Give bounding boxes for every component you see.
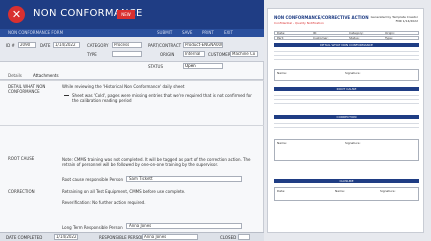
nav-exit[interactable]: EXIT [224, 29, 233, 37]
date-completed-label: DATE COMPLETED [6, 235, 43, 240]
tab-details[interactable]: Details [8, 73, 22, 78]
closed-label: CLOSED [220, 235, 237, 240]
category-label: CATEGORY [87, 43, 109, 48]
tab-bar: Details Attachments [0, 71, 264, 80]
report-cell-date: Date: [277, 31, 286, 35]
customer-label: CUSTOMER [208, 52, 231, 57]
nonconformance-bullet: Sheet was 'Cold', pages were missing ent… [72, 93, 252, 103]
part-label: PART/CONTRACT [148, 43, 182, 48]
header-fields: ID # 2090 DATE 1/14/2022 CATEGORY Proces… [0, 37, 264, 62]
origin-label: ORIGIN [160, 52, 175, 57]
report-correction-box: Name: Signature: [274, 139, 419, 161]
report-cell-part: Part: [277, 36, 284, 40]
report-line [274, 95, 419, 96]
report-cell-customer: Customer: [313, 36, 329, 40]
status-badge: NEW [117, 10, 135, 19]
app-root: ✕ NON CONFORMANCE NEW NON CONFORMANCE FO… [0, 0, 431, 241]
report-cell-status: Status: [349, 36, 360, 40]
report-line [274, 123, 419, 124]
report-line [274, 59, 419, 60]
nav-bar: NON CONFORMANCE FORM SUBMIT SAVE PRINT E… [0, 29, 264, 37]
nonconformance-label: DETAIL WHAT NON CONFORMANCE [8, 84, 46, 94]
nonconformance-form: ✕ NON CONFORMANCE NEW NON CONFORMANCE FO… [0, 0, 264, 241]
report-bar-closure: CLOSURE [274, 179, 419, 183]
report-date-label: Date: [277, 189, 286, 193]
nav-print[interactable]: PRINT [202, 29, 214, 37]
title-bar: ✕ NON CONFORMANCE NEW [0, 0, 264, 29]
tab-attachments[interactable]: Attachments [33, 73, 59, 78]
report-bar-correction: CORRECTION [274, 115, 419, 119]
origin-select[interactable]: Internal [183, 51, 205, 57]
type-label: TYPE [87, 52, 97, 57]
bullet-icon [64, 95, 69, 96]
correction-label: CORRECTION [8, 189, 35, 194]
report-signature-box: Name: Signature: [274, 69, 419, 81]
report-name-label: Name: [277, 141, 287, 145]
report-bar-root-cause: ROOT CAUSE [274, 87, 419, 91]
customer-input[interactable]: Machine Co [230, 51, 258, 57]
close-icon[interactable]: ✕ [8, 6, 25, 23]
report-date: FNR 1/14/2022 [395, 19, 418, 23]
report-title: NON CONFORMANCE/CORRECTIVE ACTION [274, 15, 369, 20]
category-select[interactable]: Process [112, 42, 142, 48]
report-line [274, 99, 419, 100]
date-completed-input[interactable]: 1/14/2022 [54, 234, 78, 240]
long-term-input[interactable]: Anna Jones [126, 223, 242, 229]
long-term-label: Long Term Responsible Person [62, 225, 123, 230]
status-input[interactable]: Open [183, 63, 223, 69]
report-name-label: Name: [335, 189, 345, 193]
verification-text: Reverification: No further action requir… [62, 200, 146, 205]
type-select[interactable] [112, 51, 142, 57]
report-cell-origin: Origin: [385, 31, 396, 35]
report-line [274, 51, 419, 52]
report-signature-label: Signature: [380, 189, 396, 193]
root-cause-section: ROOT CAUSE Note: CMMS training was not c… [0, 125, 264, 167]
correction-section: Root cause responsible Person Sam Ticket… [0, 165, 264, 232]
report-closure-box: Date: Name: Signature: [274, 187, 419, 201]
date-label: DATE [40, 43, 51, 48]
correction-text: Retraining on all Test Equipment, CMMS b… [62, 189, 186, 194]
responsible-person-input[interactable]: Anna Jones [142, 234, 198, 240]
part-input[interactable]: Product-ENGNA0007 [183, 42, 223, 48]
nav-submit[interactable]: SUBMIT [157, 29, 172, 37]
root-cause-label: ROOT CAUSE [8, 156, 35, 161]
report-name-label: Name: [277, 71, 287, 75]
date-input[interactable]: 1/14/2022 [53, 42, 80, 48]
report-preview: NON CONFORMANCE/CORRECTIVE ACTION Confid… [267, 8, 424, 233]
responsible-input[interactable]: Sam Tickett [126, 176, 242, 182]
report-signature-label: Signature: [345, 141, 361, 145]
report-cell-id: ID: [313, 31, 318, 35]
nonconformance-text: While reviewing the 'Historical Non Conf… [62, 84, 185, 89]
report-cell-category: Category: [349, 31, 364, 35]
report-line [274, 127, 419, 128]
responsible-person-label: RESPONSIBLE PERSON [99, 235, 145, 240]
nonconformance-section: DETAIL WHAT NON CONFORMANCE While review… [0, 80, 264, 125]
footer-bar: DATE COMPLETED 1/14/2022 RESPONSIBLE PER… [0, 232, 264, 241]
status-label: STATUS [148, 64, 164, 69]
report-cell-type: Type: [385, 36, 393, 40]
report-row-2: Part: Customer: Status: Type: [274, 36, 419, 40]
report-subtitle: Confidential - Quality Notification [274, 21, 324, 25]
report-row-1: Date: ID: Category: Origin: [274, 31, 419, 35]
report-bar-details: DETAIL WHAT NON CONFORMANCE [274, 43, 419, 47]
nav-save[interactable]: SAVE [182, 29, 192, 37]
closed-checkbox[interactable] [238, 234, 250, 240]
id-label: ID # [6, 43, 15, 48]
report-line [274, 55, 419, 56]
id-input[interactable]: 2090 [18, 42, 36, 48]
report-line [274, 103, 419, 104]
report-generated: Generated by Template Creator FNR 1/14/2… [371, 15, 418, 23]
report-signature-label: Signature: [345, 71, 361, 75]
responsible-label: Root cause responsible Person [62, 177, 123, 182]
nav-title: NON CONFORMANCE FORM [8, 30, 64, 35]
